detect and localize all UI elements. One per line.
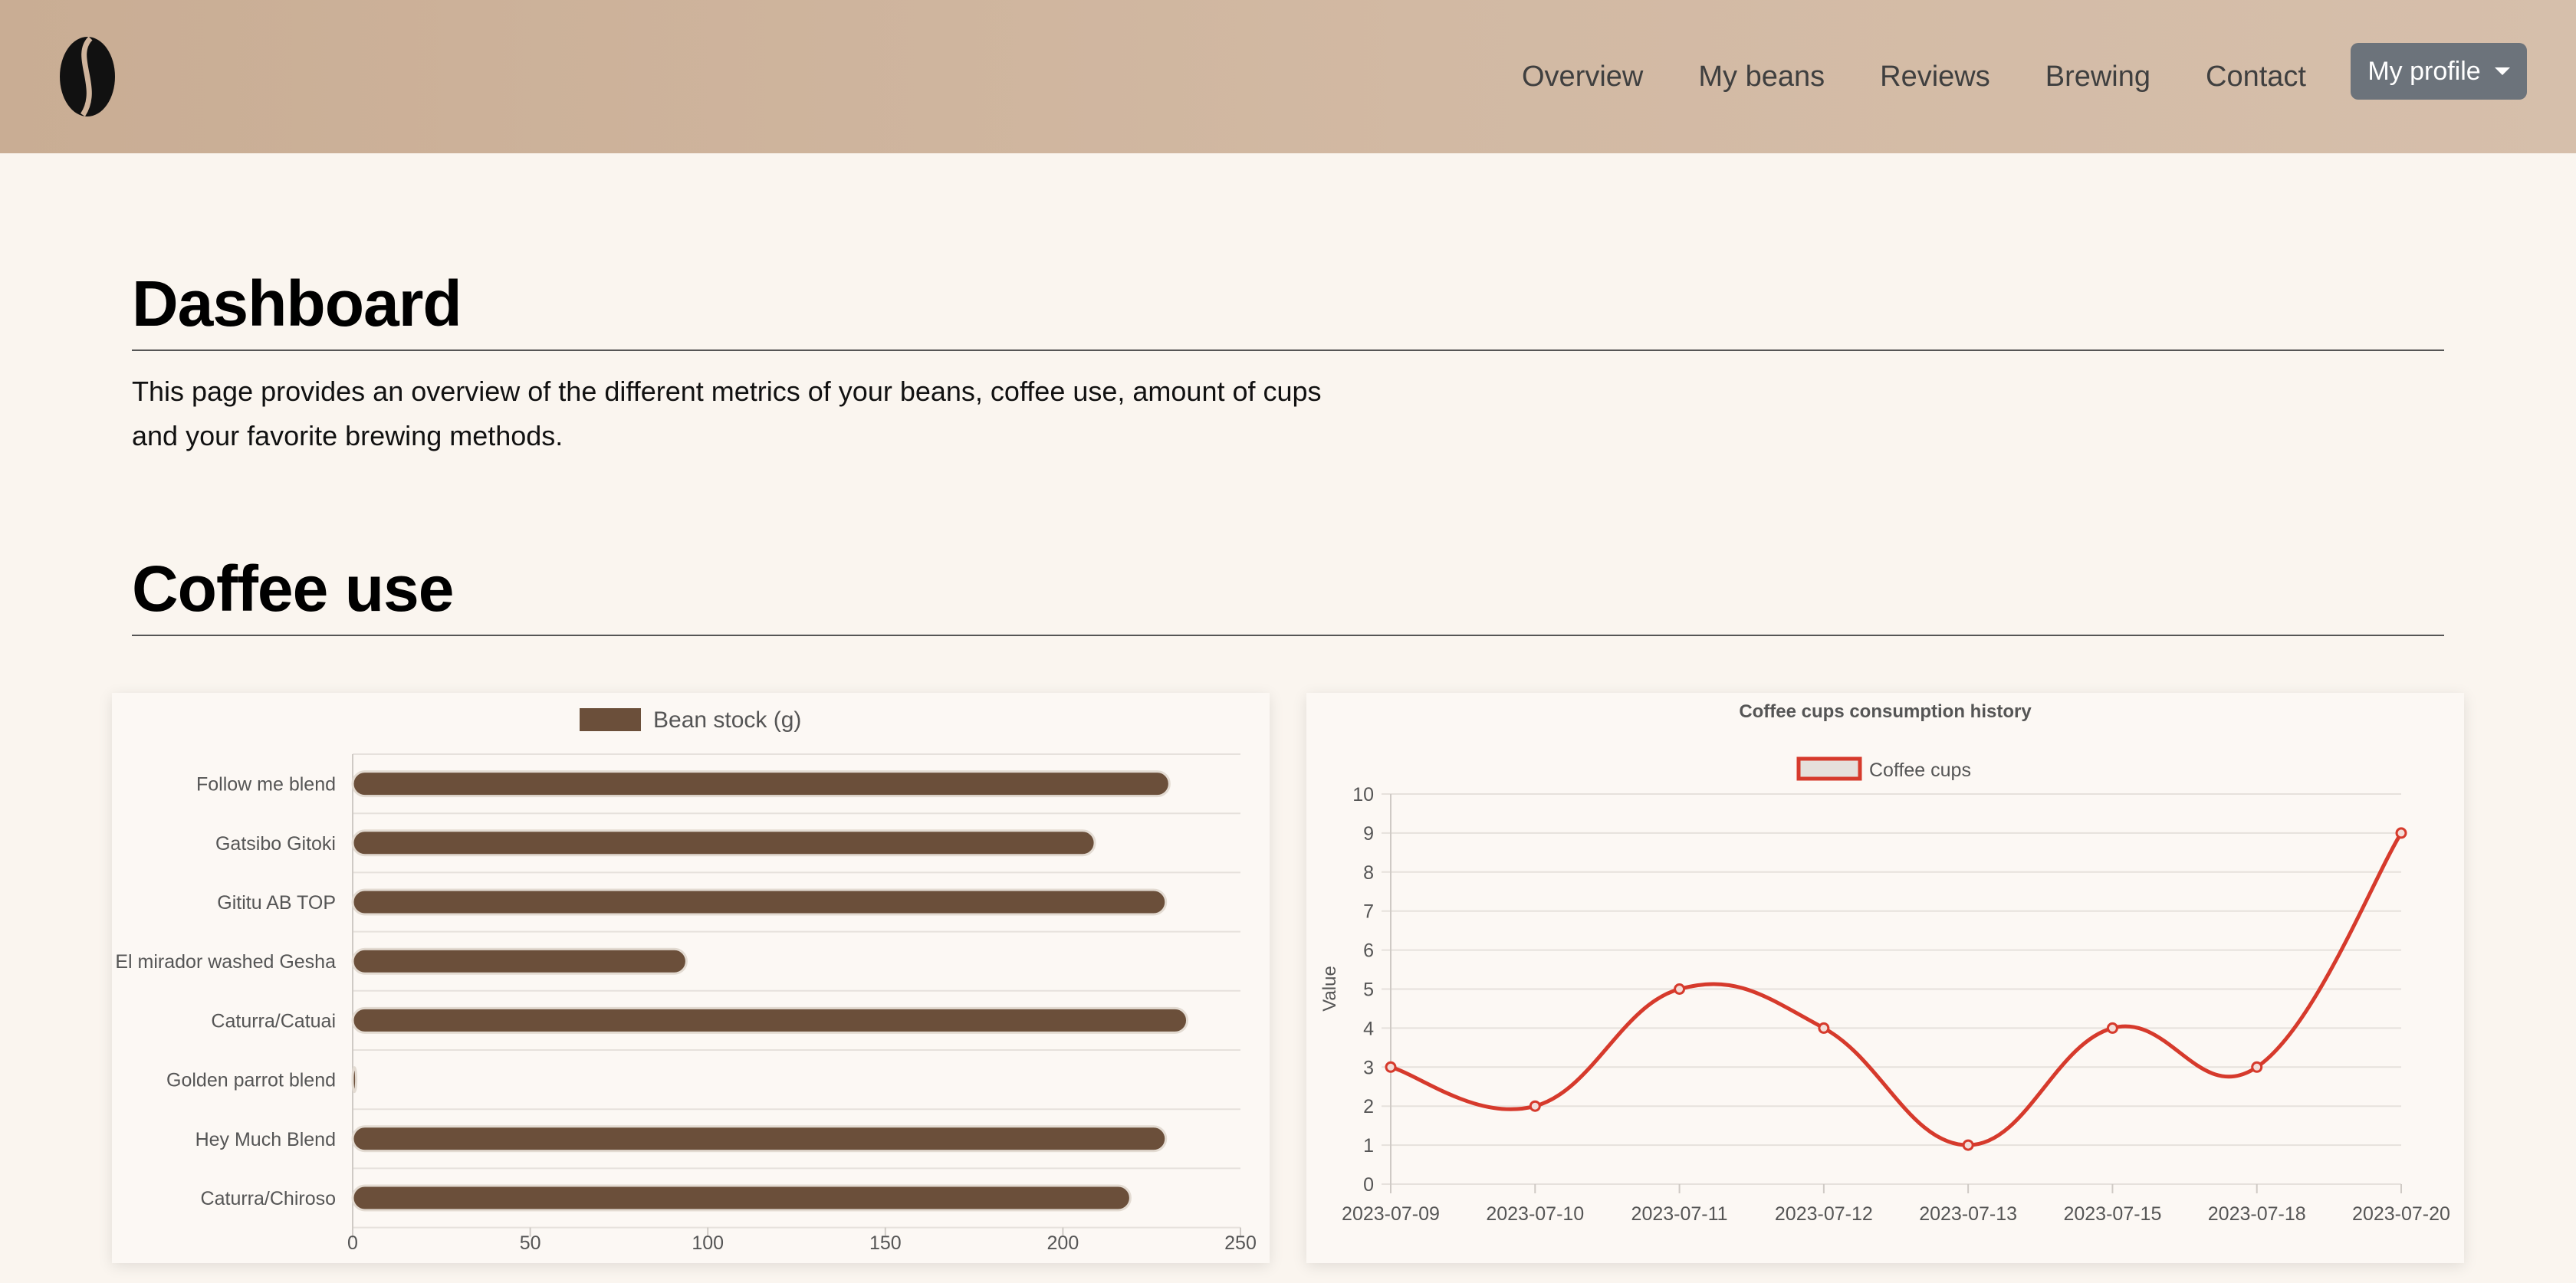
category-label: Follow me blend bbox=[196, 774, 336, 796]
bar bbox=[351, 1184, 1132, 1212]
bean-stock-chart: Bean stock (g) Follow me blend Gatsibo Git… bbox=[115, 707, 1257, 1254]
bar bbox=[351, 1125, 1168, 1153]
bar bbox=[351, 770, 1171, 798]
x-tick-label: 2023-07-13 bbox=[1919, 1203, 2017, 1225]
nav-links: Overview My beans Reviews Brewing Contac… bbox=[1522, 54, 2306, 100]
data-point bbox=[1962, 1139, 1974, 1151]
category-label: El mirador washed Gesha bbox=[115, 951, 336, 973]
data-point bbox=[1529, 1100, 1541, 1112]
intro-line-1: This page provides an overview of the di… bbox=[132, 376, 1322, 407]
x-tick-label: 2023-07-09 bbox=[1342, 1203, 1440, 1225]
bar bbox=[351, 829, 1096, 857]
legend-swatch bbox=[1796, 756, 1862, 781]
data-point bbox=[1385, 1061, 1397, 1073]
profile-dropdown-button[interactable]: My profile bbox=[2351, 43, 2527, 100]
bar bbox=[351, 947, 688, 975]
x-tick-label: 150 bbox=[869, 1232, 902, 1254]
nav-overview[interactable]: Overview bbox=[1522, 54, 1643, 100]
y-tick-label: 8 bbox=[1363, 862, 1374, 884]
legend-swatch bbox=[580, 708, 641, 731]
bar bbox=[351, 888, 1168, 916]
nav-reviews[interactable]: Reviews bbox=[1880, 54, 1990, 100]
category-label: Caturra/Catuai bbox=[211, 1010, 336, 1032]
y-tick-label: 9 bbox=[1363, 823, 1374, 845]
section-title: Coffee use bbox=[132, 553, 454, 625]
y-tick-label: 2 bbox=[1363, 1096, 1374, 1117]
y-tick-label: 1 bbox=[1363, 1135, 1374, 1157]
caret-down-icon bbox=[2494, 67, 2510, 75]
page-title: Dashboard bbox=[132, 267, 462, 340]
chart-title: Coffee cups consumption history bbox=[1739, 701, 2032, 722]
y-axis-label: Value bbox=[1319, 966, 1340, 1012]
x-tick-label: 2023-07-15 bbox=[2063, 1203, 2161, 1225]
category-label: Gatsibo Gitoki bbox=[215, 833, 336, 855]
bar bbox=[351, 1066, 358, 1094]
nav-contact[interactable]: Contact bbox=[2206, 54, 2306, 100]
bar bbox=[351, 1006, 1189, 1034]
section-divider bbox=[132, 635, 2444, 636]
x-tick-label: 200 bbox=[1047, 1232, 1079, 1254]
intro-line-2: and your favorite brewing methods. bbox=[132, 420, 564, 451]
category-label: Hey Much Blend bbox=[196, 1129, 336, 1150]
bean-stock-chart-card: Bean stock (g) Follow me blend Gatsibo Git… bbox=[112, 693, 1270, 1263]
category-label: Gititu AB TOP bbox=[217, 892, 336, 914]
title-divider bbox=[132, 349, 2444, 351]
y-tick-label: 0 bbox=[1363, 1174, 1374, 1196]
nav-brewing[interactable]: Brewing bbox=[2045, 54, 2150, 100]
x-tick-label: 2023-07-10 bbox=[1486, 1203, 1584, 1225]
x-tick-label: 2023-07-11 bbox=[1631, 1203, 1728, 1225]
category-label: Golden parrot blend bbox=[166, 1070, 336, 1091]
navbar: Overview My beans Reviews Brewing Contac… bbox=[0, 0, 2576, 153]
data-point bbox=[1674, 983, 1686, 995]
y-tick-label: 5 bbox=[1363, 979, 1374, 1001]
y-tick-label: 7 bbox=[1363, 901, 1374, 923]
coffee-cups-chart: Coffee cups consumption history Coffee cu… bbox=[1319, 701, 2450, 1225]
data-point bbox=[2106, 1022, 2118, 1034]
x-tick-label: 50 bbox=[520, 1232, 541, 1254]
legend-label: Coffee cups bbox=[1869, 760, 1971, 781]
nav-my-beans[interactable]: My beans bbox=[1698, 54, 1825, 100]
legend-label: Bean stock (g) bbox=[653, 707, 801, 733]
x-tick-label: 250 bbox=[1224, 1232, 1257, 1254]
x-tick-label: 0 bbox=[347, 1232, 358, 1254]
coffee-bean-logo[interactable] bbox=[57, 34, 118, 120]
y-tick-label: 3 bbox=[1363, 1057, 1374, 1078]
data-point bbox=[1818, 1022, 1830, 1034]
x-tick-label: 2023-07-20 bbox=[2352, 1203, 2450, 1225]
coffee-cups-chart-card: Coffee cups consumption history Coffee cu… bbox=[1306, 693, 2464, 1263]
x-tick-label: 2023-07-12 bbox=[1775, 1203, 1873, 1225]
x-tick-label: 2023-07-18 bbox=[2208, 1203, 2306, 1225]
data-point bbox=[2395, 827, 2407, 839]
y-tick-label: 4 bbox=[1363, 1018, 1374, 1039]
category-label: Caturra/Chiroso bbox=[201, 1188, 336, 1209]
y-tick-label: 10 bbox=[1352, 784, 1374, 806]
y-tick-label: 6 bbox=[1363, 940, 1374, 962]
profile-label: My profile bbox=[2367, 56, 2481, 86]
x-tick-label: 100 bbox=[692, 1232, 724, 1254]
data-point bbox=[2251, 1061, 2263, 1073]
intro-text: This page provides an overview of the di… bbox=[132, 369, 1328, 458]
